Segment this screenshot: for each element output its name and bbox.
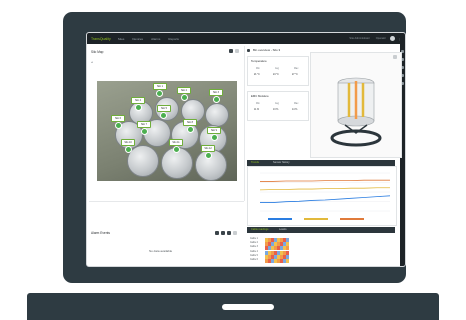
laptop-trackpad-slot xyxy=(222,304,274,310)
silo-pin-icon[interactable] xyxy=(115,122,122,129)
silo-pin-icon[interactable] xyxy=(125,146,132,153)
temperature-card: Temperature Min Avg Max 21 °C 24 °C 27 °… xyxy=(247,56,309,86)
silo-3d-viewer[interactable] xyxy=(310,52,402,158)
temperature-max-label: Max xyxy=(294,68,299,70)
back-icon[interactable]: ◂ xyxy=(91,60,93,64)
silo-pin-icon[interactable] xyxy=(205,152,212,159)
heatmap-cell[interactable] xyxy=(286,259,289,263)
silo-tag[interactable]: Silo 9 xyxy=(207,127,221,134)
alarm-events-panel: Alarm Events No data available xyxy=(89,229,244,265)
trend-chart-card xyxy=(247,166,397,226)
silo-tag[interactable]: Silo 1 xyxy=(153,83,167,90)
silo-pin-icon[interactable] xyxy=(160,112,167,119)
tab-levels[interactable]: Levels xyxy=(279,228,287,231)
moisture-min-label: Min xyxy=(256,103,260,105)
temperature-max-value: 27 °C xyxy=(292,74,298,76)
user-name[interactable]: Operator xyxy=(376,37,386,40)
nav-user-area: Site Administrator Operator ⋮ xyxy=(343,33,401,44)
temperature-avg-value: 24 °C xyxy=(273,74,279,76)
chart-series-line-2 xyxy=(259,187,390,191)
silo-tag[interactable]: Silo 3 xyxy=(209,89,223,96)
tab-sensor-history[interactable]: Sensor history xyxy=(273,161,290,164)
site-selector[interactable]: Site Administrator xyxy=(349,37,369,40)
silo-pin-icon[interactable] xyxy=(141,128,148,135)
moisture-min-value: 11 % xyxy=(254,109,260,111)
trend-chart[interactable] xyxy=(248,167,396,225)
top-navigation: TransQuality Sites Devices Alarms Report… xyxy=(87,33,405,44)
cable-heatmap[interactable]: Cable 1 Cable 2 Cable 3 Cable 4 Cable 5 Cable… xyxy=(247,233,395,265)
brand-logo[interactable]: TransQuality xyxy=(91,37,111,41)
tab-cable-readings[interactable]: Cable readings xyxy=(251,228,268,231)
empty-state-text: No data available xyxy=(149,249,173,253)
silo-pin-icon[interactable] xyxy=(211,134,218,141)
tab-trends[interactable]: Trends xyxy=(251,161,259,164)
app-screen: TransQuality Sites Devices Alarms Report… xyxy=(86,32,406,267)
chart-legend-swatch xyxy=(268,218,292,220)
silo-3d-model xyxy=(330,77,382,147)
nav-item-sites[interactable]: Sites xyxy=(118,37,125,41)
chart-legend-swatch xyxy=(340,218,364,220)
silo-pin-icon[interactable] xyxy=(173,146,180,153)
silo-pin-icon[interactable] xyxy=(181,94,188,101)
silo-tag[interactable]: Silo 7 xyxy=(137,121,151,128)
close-icon[interactable] xyxy=(235,49,239,53)
silo-tag[interactable]: Silo 8 xyxy=(183,119,197,126)
silo-tag[interactable]: Silo 6 xyxy=(111,115,125,122)
temperature-min-value: 21 °C xyxy=(254,74,260,76)
temperature-min-label: Min xyxy=(256,68,260,70)
heatmap-row-label: Cable 2 xyxy=(250,242,258,245)
heatmap-row-label: Cable 1 xyxy=(250,238,258,240)
filter-icon[interactable] xyxy=(215,231,219,235)
silo-overview-title: Bin overview - Silo 3 xyxy=(253,48,281,52)
download-icon[interactable] xyxy=(221,231,225,235)
avatar[interactable] xyxy=(390,36,395,41)
more-icon[interactable]: ⋮ xyxy=(398,37,401,41)
nav-item-alarms[interactable]: Alarms xyxy=(151,37,160,41)
nav-item-reports[interactable]: Reports xyxy=(168,37,179,41)
silo-tag[interactable]: Silo 2 xyxy=(177,87,191,94)
chart-legend-swatch xyxy=(304,218,328,220)
temperature-title: Temperature xyxy=(251,59,267,63)
silo-pin-icon[interactable] xyxy=(187,126,194,133)
silo-map-panel: Silo Map ◂ Silo 1 Silo 2 Silo 3 Silo 4 S… xyxy=(89,46,245,201)
refresh-icon[interactable] xyxy=(227,231,231,235)
silo-pin-icon[interactable] xyxy=(156,90,163,97)
silo-tag[interactable]: Silo 4 xyxy=(131,97,145,104)
silo-tag[interactable]: Silo 11 xyxy=(169,139,183,146)
alarm-events-title: Alarm Events xyxy=(91,231,110,235)
silo-pin-icon[interactable] xyxy=(213,96,220,103)
close-icon[interactable] xyxy=(233,231,237,235)
moisture-avg-label: Avg xyxy=(275,103,279,105)
silo-pin-icon[interactable] xyxy=(135,104,142,111)
chart-series-line-3 xyxy=(260,179,390,182)
moisture-title: EMC Moisture xyxy=(251,94,269,98)
expand-icon[interactable] xyxy=(229,49,233,53)
silo-tag[interactable]: Silo 10 xyxy=(121,139,135,146)
divider xyxy=(89,201,244,202)
silo-tag[interactable]: Silo 5 xyxy=(157,105,171,112)
heatmap-row-label: Cable 3 xyxy=(250,246,258,249)
moisture-avg-value: 13 % xyxy=(273,109,279,111)
temperature-avg-label: Avg xyxy=(275,68,279,70)
silo-site-photo[interactable]: Silo 1 Silo 2 Silo 3 Silo 4 Silo 5 Silo … xyxy=(97,81,237,181)
nav-item-devices[interactable]: Devices xyxy=(132,37,143,41)
silo-shape xyxy=(205,103,229,127)
moisture-max-value: 14 % xyxy=(292,109,298,111)
heatmap-row-label: Cable 5 xyxy=(250,254,258,257)
panel-title: Silo Map xyxy=(91,50,104,54)
heatmap-row-label: Cable 6 xyxy=(250,259,258,261)
grid-icon[interactable] xyxy=(247,49,250,52)
silo-tag[interactable]: Silo 12 xyxy=(201,145,215,152)
moisture-card: EMC Moisture Min Avg Max 11 % 13 % 14 % xyxy=(247,91,309,121)
nav-menu: Sites Devices Alarms Reports xyxy=(118,37,187,41)
moisture-max-label: Max xyxy=(294,103,299,105)
heatmap-row-label: Cable 4 xyxy=(250,250,258,253)
